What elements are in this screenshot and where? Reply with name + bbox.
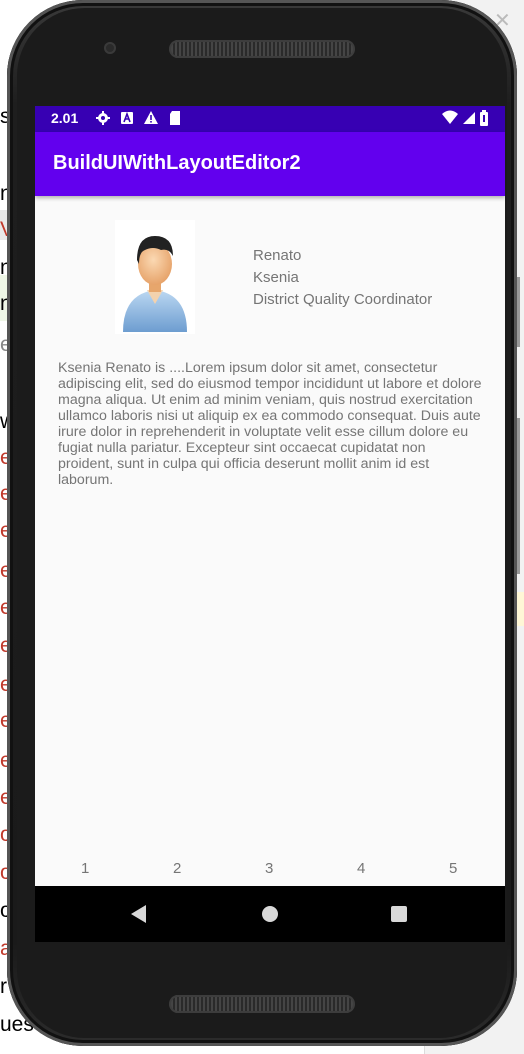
sd-card-icon: [170, 111, 180, 125]
home-icon[interactable]: [262, 906, 278, 922]
page-number-5[interactable]: 5: [449, 860, 457, 877]
battery-icon: [480, 110, 488, 126]
profile-avatar: [115, 220, 195, 334]
page-number-3[interactable]: 3: [265, 860, 273, 877]
page-number-1[interactable]: 1: [81, 860, 89, 877]
phone-screen: 2.01 BuildUIWithLayoutEditor2 Renato Kse…: [35, 106, 505, 942]
page-number-2[interactable]: 2: [173, 860, 181, 877]
code-line: r: [0, 975, 7, 998]
back-icon[interactable]: [131, 905, 146, 923]
description-text: Ksenia Renato is ....Lorem ipsum dolor s…: [58, 360, 482, 488]
last-name-text: Ksenia: [253, 269, 299, 286]
top-speaker: [169, 40, 355, 58]
warning-icon: [144, 111, 158, 124]
gear-icon: [96, 111, 110, 125]
person-avatar-icon: [123, 236, 187, 332]
bottom-speaker: [169, 995, 355, 1013]
status-time: 2.01: [51, 110, 79, 126]
page-number-4[interactable]: 4: [357, 860, 365, 877]
first-name-text: Renato: [253, 247, 302, 264]
recent-apps-icon[interactable]: [391, 906, 407, 922]
front-camera-icon: [104, 42, 116, 54]
job-title-text: District Quality Coordinator: [253, 291, 433, 308]
wifi-icon: [442, 110, 458, 124]
status-bar: 2.01: [35, 106, 505, 132]
app-bar: BuildUIWithLayoutEditor2: [35, 132, 505, 196]
phone-frame: 2.01 BuildUIWithLayoutEditor2 Renato Kse…: [7, 0, 517, 1046]
a-badge-icon: [121, 111, 133, 124]
cell-signal-icon: [463, 112, 475, 124]
system-nav-bar: [35, 886, 505, 942]
app-title: BuildUIWithLayoutEditor2: [53, 152, 301, 174]
